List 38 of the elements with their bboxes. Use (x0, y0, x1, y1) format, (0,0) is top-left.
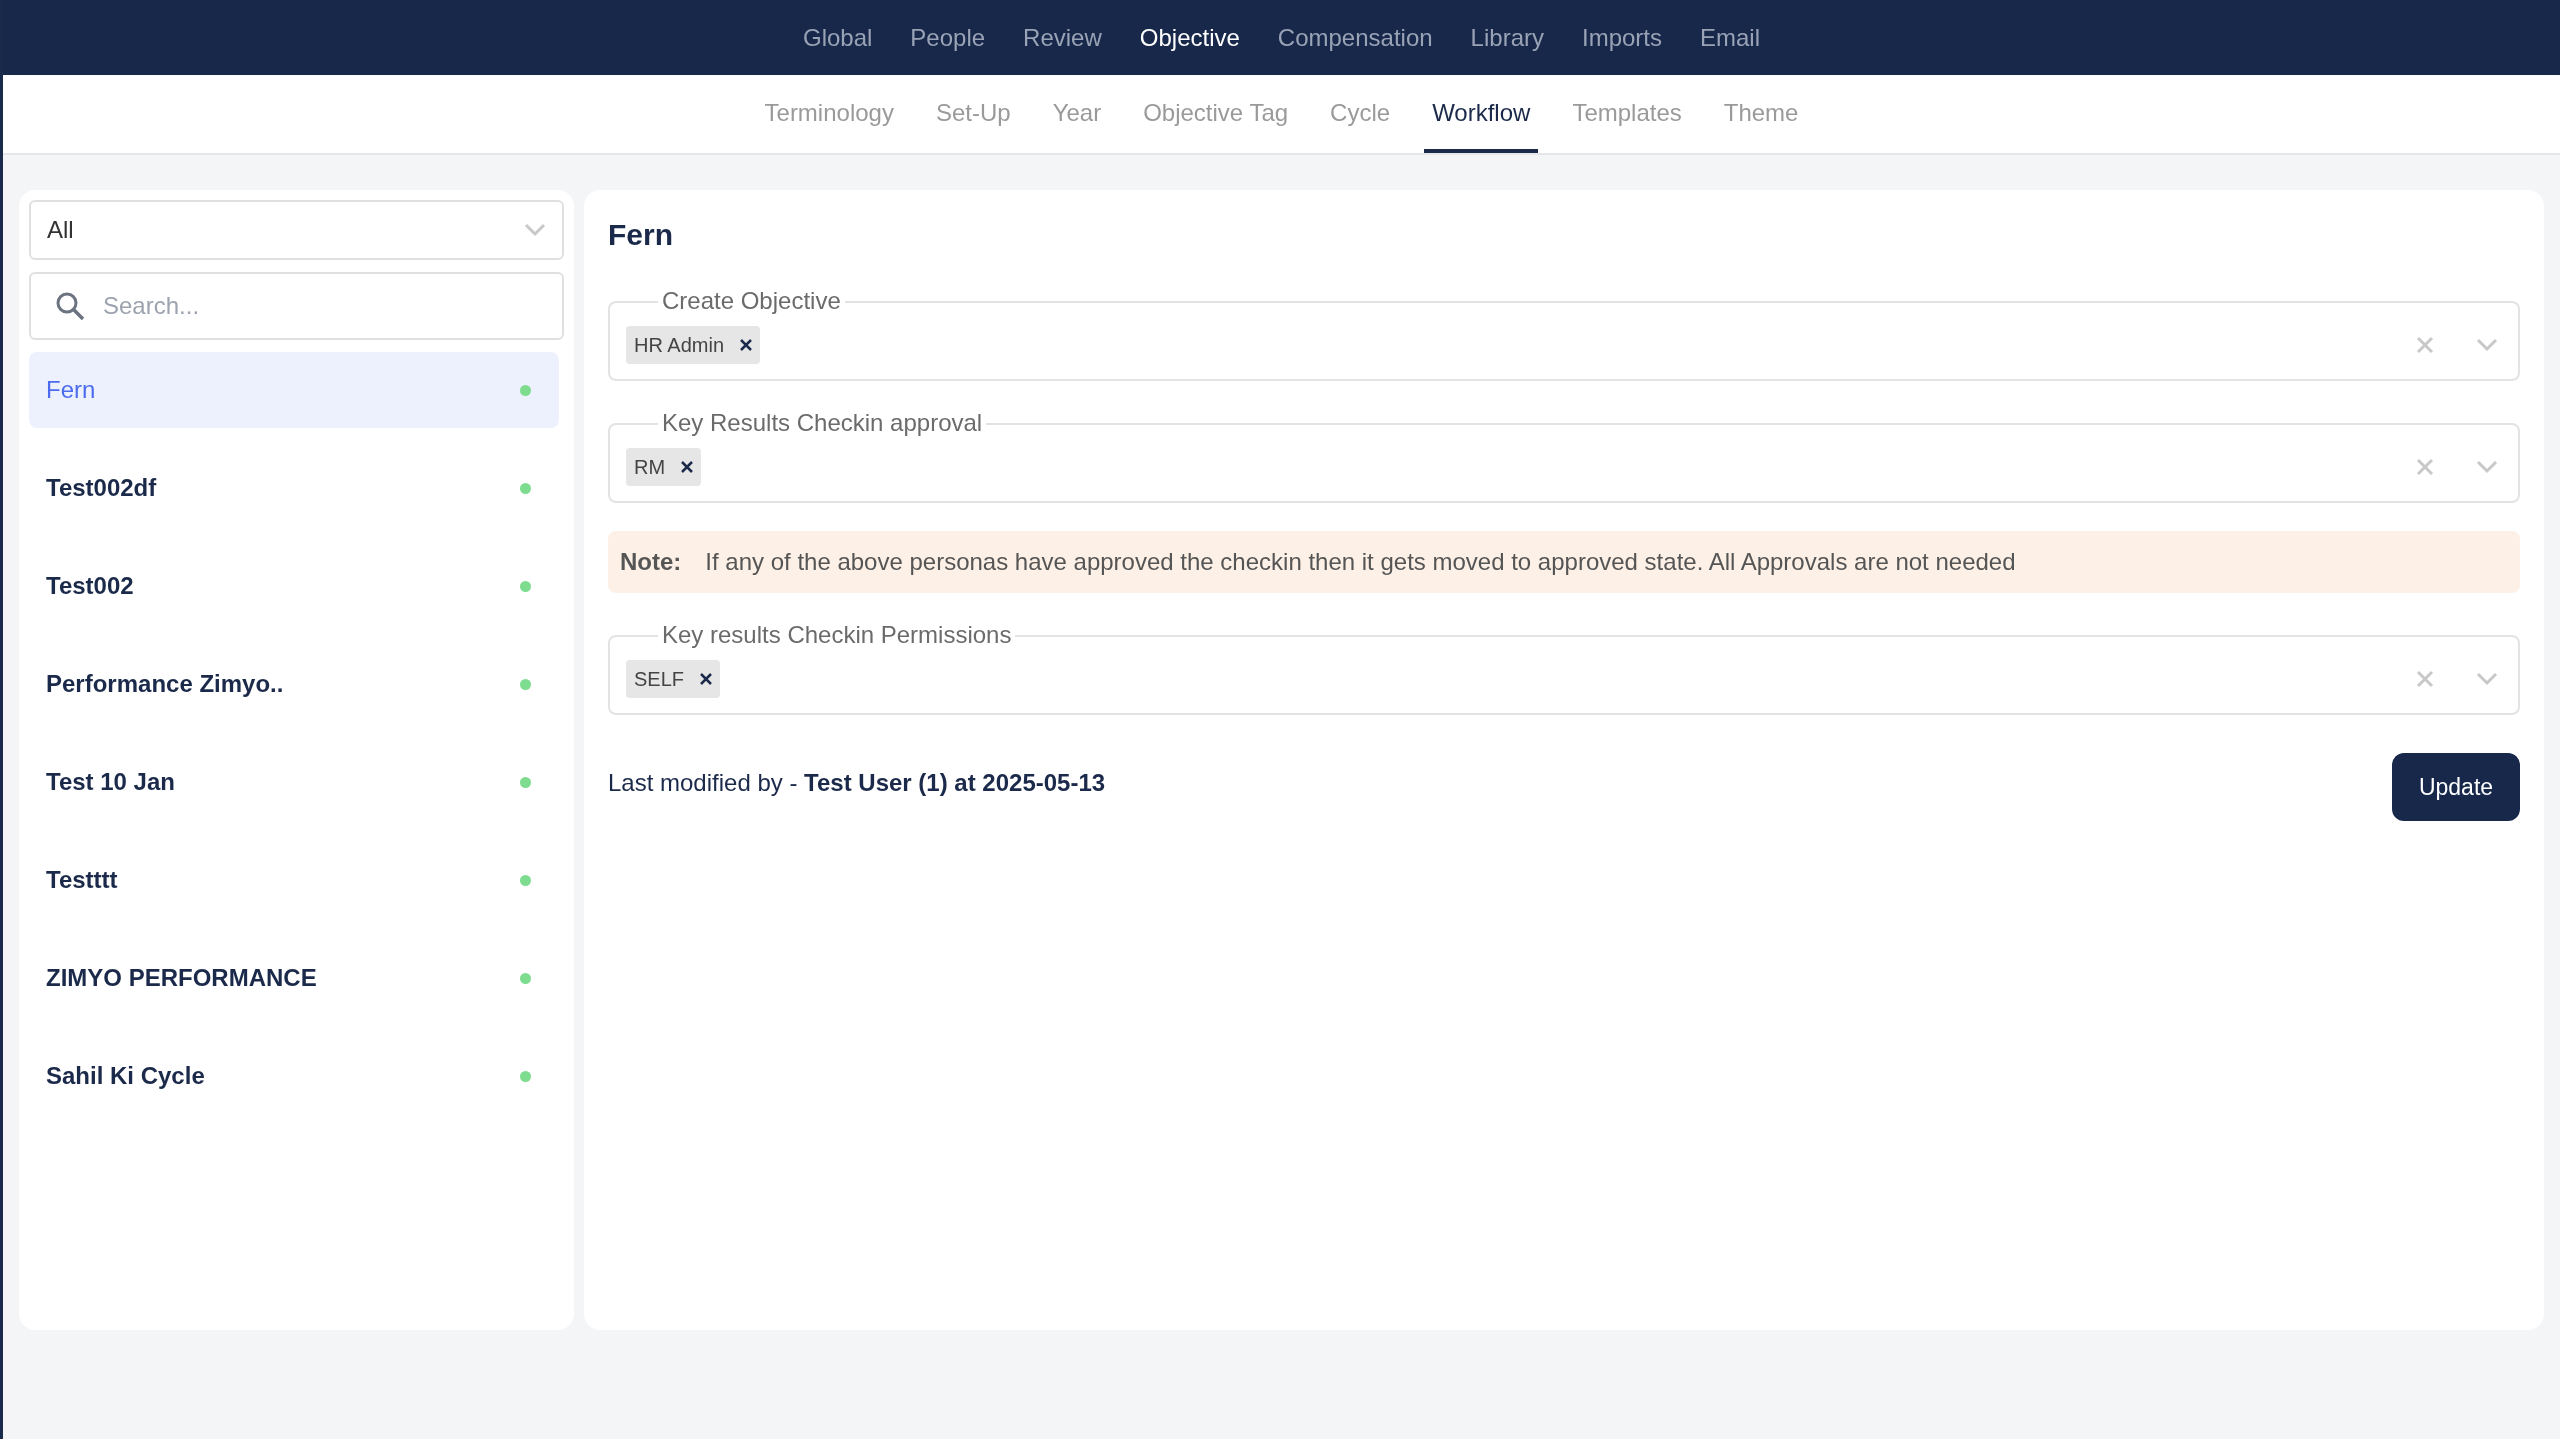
remove-icon[interactable] (681, 461, 694, 473)
note-label: Note: (620, 547, 682, 577)
search-icon (55, 291, 85, 321)
chevron-down-icon[interactable] (2476, 338, 2498, 352)
tag-chip: SELF (626, 660, 721, 698)
remove-icon[interactable] (740, 339, 753, 351)
nav-tab[interactable]: Objective (1139, 19, 1240, 56)
nav-tab[interactable]: Global (803, 19, 873, 56)
last-modified-text: Last modified by - Test User (1) at 2025-05-13 (608, 768, 1106, 798)
cycle-list-item[interactable]: Fern (29, 352, 559, 428)
remove-icon[interactable] (700, 673, 713, 685)
cycle-list-item[interactable]: Test002 (29, 548, 559, 624)
note-text: If any of the above personas have approved the checkin then it gets moved to approved state. All Approvals are not needed (705, 547, 2016, 577)
detail-title: Fern (608, 217, 674, 253)
sub-tab[interactable]: Workflow (1424, 95, 1539, 153)
cycle-list-item[interactable]: Test 10 Jan (29, 744, 559, 820)
cycle-list-item[interactable]: ZIMYO PERFORMANCE (29, 940, 559, 1016)
cycle-list-item[interactable]: Performance Zimyo.. (29, 646, 559, 722)
chevron-down-icon[interactable] (2476, 672, 2498, 686)
cycle-list-item[interactable]: Testttt (29, 842, 559, 918)
tag-chip: RM (626, 448, 702, 486)
clear-icon[interactable] (2416, 336, 2434, 354)
tag-chip: HR Admin (626, 326, 761, 364)
nav-tab[interactable]: People (910, 19, 986, 56)
nav-tab[interactable]: Review (1023, 19, 1102, 56)
cycle-list-item[interactable]: Test002df (29, 450, 559, 526)
clear-icon[interactable] (2416, 670, 2434, 688)
clear-icon[interactable] (2416, 458, 2434, 476)
nav-tab[interactable]: Email (1700, 19, 1760, 56)
chevron-down-icon (524, 223, 546, 237)
chevron-down-icon[interactable] (2476, 460, 2498, 474)
filter-dropdown[interactable]: All (29, 200, 564, 260)
nav-tab[interactable]: Compensation (1277, 19, 1433, 56)
cycle-list-item[interactable]: Sahil Ki Cycle (29, 1038, 559, 1114)
update-button[interactable]: Update (2392, 753, 2520, 821)
nav-tab[interactable]: Imports (1581, 19, 1662, 56)
search-field[interactable]: Search... (29, 272, 564, 340)
nav-tab[interactable]: Library (1470, 19, 1544, 56)
